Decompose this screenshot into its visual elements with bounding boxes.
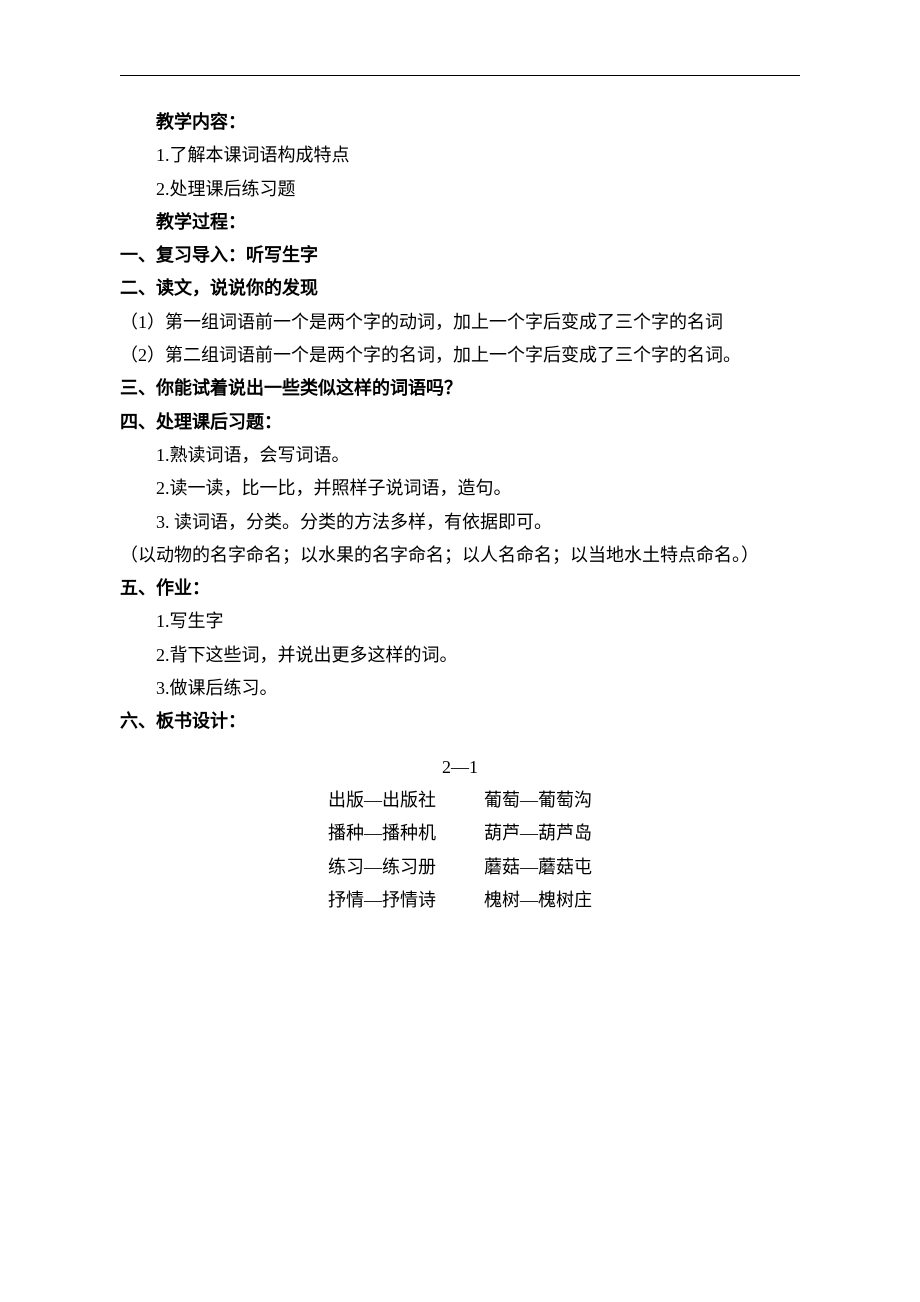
table-row: 出版—出版社 葡萄—葡萄沟 bbox=[304, 784, 616, 817]
table-row: 播种—播种机 葫芦—葫芦岛 bbox=[304, 817, 616, 850]
board-cell: 练习—练习册 bbox=[304, 851, 460, 884]
table-row: 抒情—抒情诗 槐树—槐树庄 bbox=[304, 884, 616, 917]
board-cell: 葫芦—葫芦岛 bbox=[460, 817, 616, 850]
section-4-heading: 四、处理课后习题： bbox=[120, 406, 800, 439]
board-cell: 葡萄—葡萄沟 bbox=[460, 784, 616, 817]
section-2-item-2: （2）第二组词语前一个是两个字的名词，加上一个字后变成了三个字的名词。 bbox=[120, 339, 800, 372]
teaching-process-header: 教学过程： bbox=[120, 206, 800, 239]
board-cell: 抒情—抒情诗 bbox=[304, 884, 460, 917]
section-2-item-1: （1）第一组词语前一个是两个字的动词，加上一个字后变成了三个字的名词 bbox=[120, 306, 800, 339]
section-4-note: （以动物的名字命名；以水果的名字命名；以人名命名；以当地水土特点命名。） bbox=[120, 539, 800, 572]
top-divider bbox=[120, 75, 800, 76]
section-4-item-3: 3. 读词语，分类。分类的方法多样，有依据即可。 bbox=[120, 506, 800, 539]
content-item-2: 2.处理课后练习题 bbox=[120, 173, 800, 206]
section-4-item-1: 1.熟读词语，会写词语。 bbox=[120, 439, 800, 472]
board-cell: 蘑菇—蘑菇屯 bbox=[460, 851, 616, 884]
process-label: 教学过程： bbox=[120, 212, 246, 232]
board-cell: 播种—播种机 bbox=[304, 817, 460, 850]
section-4-item-2: 2.读一读，比一比，并照样子说词语，造句。 bbox=[120, 472, 800, 505]
section-5-item-1: 1.写生字 bbox=[120, 605, 800, 638]
section-3-heading: 三、你能试着说出一些类似这样的词语吗？ bbox=[120, 372, 800, 405]
table-row: 练习—练习册 蘑菇—蘑菇屯 bbox=[304, 851, 616, 884]
section-1-heading: 一、复习导入：听写生字 bbox=[120, 239, 800, 272]
content-item-1: 1.了解本课词语构成特点 bbox=[120, 139, 800, 172]
content-label: 教学内容： bbox=[120, 112, 246, 132]
board-title: 2—1 bbox=[120, 751, 800, 784]
section-6-heading: 六、板书设计： bbox=[120, 705, 800, 738]
board-cell: 出版—出版社 bbox=[304, 784, 460, 817]
teaching-content-header: 教学内容： bbox=[120, 106, 800, 139]
board-table: 出版—出版社 葡萄—葡萄沟 播种—播种机 葫芦—葫芦岛 练习—练习册 蘑菇—蘑菇… bbox=[304, 784, 616, 917]
section-5-item-2: 2.背下这些词，并说出更多这样的词。 bbox=[120, 639, 800, 672]
section-2-heading: 二、读文，说说你的发现 bbox=[120, 272, 800, 305]
section-5-item-3: 3.做课后练习。 bbox=[120, 672, 800, 705]
board-cell: 槐树—槐树庄 bbox=[460, 884, 616, 917]
section-5-heading: 五、作业： bbox=[120, 572, 800, 605]
